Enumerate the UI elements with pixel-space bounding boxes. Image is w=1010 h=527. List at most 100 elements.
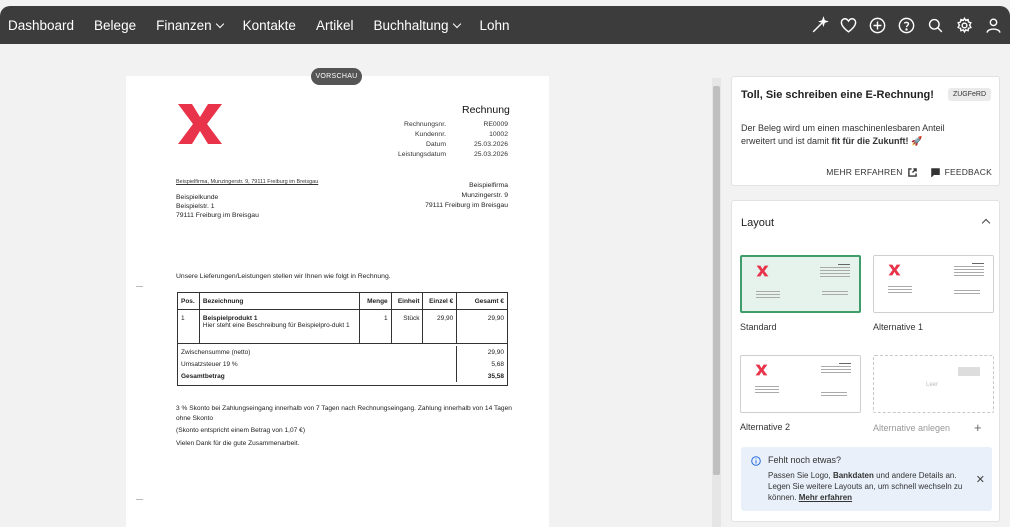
gear-icon[interactable] <box>953 14 975 36</box>
cell-description: Beispielprodukt 1 Hier steht eine Beschr… <box>200 310 360 343</box>
layout-option-new[interactable]: Leer <box>873 355 994 413</box>
layout-label: Alternative 2 <box>740 422 791 432</box>
note-line: (Skonto entspricht einem Betrag von 1,07… <box>176 427 306 434</box>
fold-mark <box>136 499 143 500</box>
plus-circle-icon[interactable] <box>866 14 888 36</box>
nav-kontakte-label: Kontakte <box>242 17 296 33</box>
layout-title: Layout <box>741 217 775 229</box>
invoice-preview: Rechnung Rechnungsnr. RE0009 Kundennr. 100… <box>126 76 549 527</box>
main-menu: Dashboard Belege Finanzen Kontakte Artik… <box>0 6 522 44</box>
nav-belege-label: Belege <box>94 17 137 33</box>
cell-unit: Stück <box>392 310 424 343</box>
cell-total: 29,90 <box>487 315 504 322</box>
user-icon[interactable] <box>982 14 1004 36</box>
empty-label: Leer <box>926 382 939 388</box>
sender-address-line: Beispielfirma, Munzingerstr. 9, 79111 Fr… <box>176 179 319 185</box>
chevron-up-icon[interactable] <box>981 218 991 228</box>
info-title: Fehlt noch etwas? <box>768 455 842 465</box>
mini-doc-lines <box>820 264 850 279</box>
nav-icons <box>808 6 1004 44</box>
cell-price: 29,90 <box>423 310 458 343</box>
fold-mark <box>136 286 143 287</box>
info-box: Fehlt noch etwas? Passen Sie Logo, Bankd… <box>741 447 992 511</box>
rocket-icon: 🚀 <box>911 136 923 146</box>
mini-doc-lines <box>755 386 779 395</box>
info-text: Passen Sie Logo, Bankdaten und andere De… <box>768 470 968 503</box>
mini-doc-lines <box>954 263 984 278</box>
recipient-line: Beispielkunde <box>176 194 219 201</box>
add-layout-label[interactable]: Alternative anlegen <box>873 423 950 433</box>
recipient-line: Beispielstr. 1 <box>176 203 215 210</box>
nav-lohn[interactable]: Lohn <box>480 18 510 33</box>
top-nav: Dashboard Belege Finanzen Kontakte Artik… <box>0 6 1010 44</box>
einvoice-text: Der Beleg wird um einen maschinenlesbare… <box>741 122 981 148</box>
heart-icon[interactable] <box>837 14 859 36</box>
external-link-icon <box>907 167 917 177</box>
mini-doc-lines <box>822 291 848 297</box>
item-name: Beispielprodukt 1 <box>202 315 258 322</box>
recipient-line: 79111 Freiburg im Breisgau <box>176 212 259 219</box>
nav-finanzen[interactable]: Finanzen <box>156 17 224 33</box>
nav-dashboard-label: Dashboard <box>8 17 75 33</box>
company-logo <box>178 104 222 144</box>
layout-option-alternative-2[interactable] <box>740 355 861 413</box>
preview-scrollbar-thumb[interactable] <box>713 86 720 475</box>
nav-buchhaltung[interactable]: Buchhaltung <box>373 17 461 33</box>
tax-label: Umsatzsteuer 19 % <box>178 358 457 370</box>
total-row: Gesamtbetrag 35,58 <box>178 370 507 382</box>
layout-option-standard[interactable] <box>740 255 861 313</box>
feedback-button[interactable]: FEEDBACK <box>930 167 992 177</box>
meta-value: 10002 <box>489 131 508 138</box>
invoice-meta: Rechnungsnr. RE0009 Kundennr. 10002 Datum 2… <box>386 120 508 160</box>
note-line: Vielen Dank für die gute Zusammenarbeit. <box>176 439 300 447</box>
invoice-title: Rechnung <box>462 104 510 116</box>
help-icon[interactable] <box>895 14 917 36</box>
table-row: 1 Beispielprodukt 1 Hier steht eine Besc… <box>178 310 507 344</box>
tax-row: Umsatzsteuer 19 % 5,68 <box>178 358 507 370</box>
empty-placeholder <box>958 367 980 376</box>
learn-more-button[interactable]: MEHR ERFAHREN <box>826 167 917 177</box>
mini-doc-lines <box>954 290 980 296</box>
nav-kontakte[interactable]: Kontakte <box>243 18 296 33</box>
subtotal-value: 29,90 <box>487 348 504 356</box>
nav-artikel-label: Artikel <box>315 17 354 33</box>
nav-belege[interactable]: Belege <box>94 18 136 33</box>
invoice-table: Pos. Bezeichnung Menge Einheit Einzel € … <box>177 292 508 386</box>
add-layout-icon[interactable]: + <box>974 420 982 435</box>
layout-card: Layout Standard Alternative 1 Alternativ… <box>731 200 1000 522</box>
meta-key: Kundennr. <box>415 131 446 138</box>
col-header: Pos. <box>178 293 200 309</box>
total-value: 35,58 <box>487 372 504 380</box>
layout-label: Standard <box>740 322 777 332</box>
chevron-down-icon <box>452 19 461 28</box>
einvoice-text-bold: fit für die Zukunft! <box>831 136 909 146</box>
note-line: 3 % Skonto bei Zahlungseingang innerhalb… <box>176 405 512 422</box>
meta-value: 25.03.2026 <box>473 141 508 148</box>
nav-dashboard[interactable]: Dashboard <box>8 18 74 33</box>
col-header: Gesamt € <box>474 297 504 305</box>
nav-artikel[interactable]: Artikel <box>316 18 354 33</box>
search-icon[interactable] <box>924 14 946 36</box>
col-header: Einzel € <box>423 293 458 309</box>
nav-lohn-label: Lohn <box>479 17 510 33</box>
mini-doc-lines <box>756 291 780 300</box>
nav-finanzen-label: Finanzen <box>156 17 212 33</box>
info-text-part: Passen Sie Logo, <box>768 471 833 480</box>
feedback-label: FEEDBACK <box>944 167 992 177</box>
col-header: Menge <box>360 293 392 309</box>
layout-option-alternative-1[interactable] <box>873 255 994 313</box>
subtotal-row: Zwischensumme (netto) 29,90 <box>178 346 507 358</box>
info-learn-more-link[interactable]: Mehr erfahren <box>799 493 852 502</box>
chevron-down-icon <box>215 19 224 28</box>
info-icon <box>751 456 761 466</box>
nav-buchhaltung-label: Buchhaltung <box>373 17 449 33</box>
payment-notes: 3 % Skonto bei Zahlungseingang innerhalb… <box>176 404 516 451</box>
info-text-bold: Bankdaten <box>832 471 874 480</box>
table-header: Pos. Bezeichnung Menge Einheit Einzel € … <box>178 293 507 310</box>
zugferd-badge: ZUGFeRD <box>947 88 991 101</box>
mini-doc-lines <box>888 286 912 295</box>
mini-logo-icon <box>756 265 769 277</box>
einvoice-card: Toll, Sie schreiben eine E-Rechnung! ZUG… <box>731 76 1000 186</box>
close-icon[interactable]: ✕ <box>976 473 985 486</box>
magic-wand-icon[interactable] <box>808 14 830 36</box>
